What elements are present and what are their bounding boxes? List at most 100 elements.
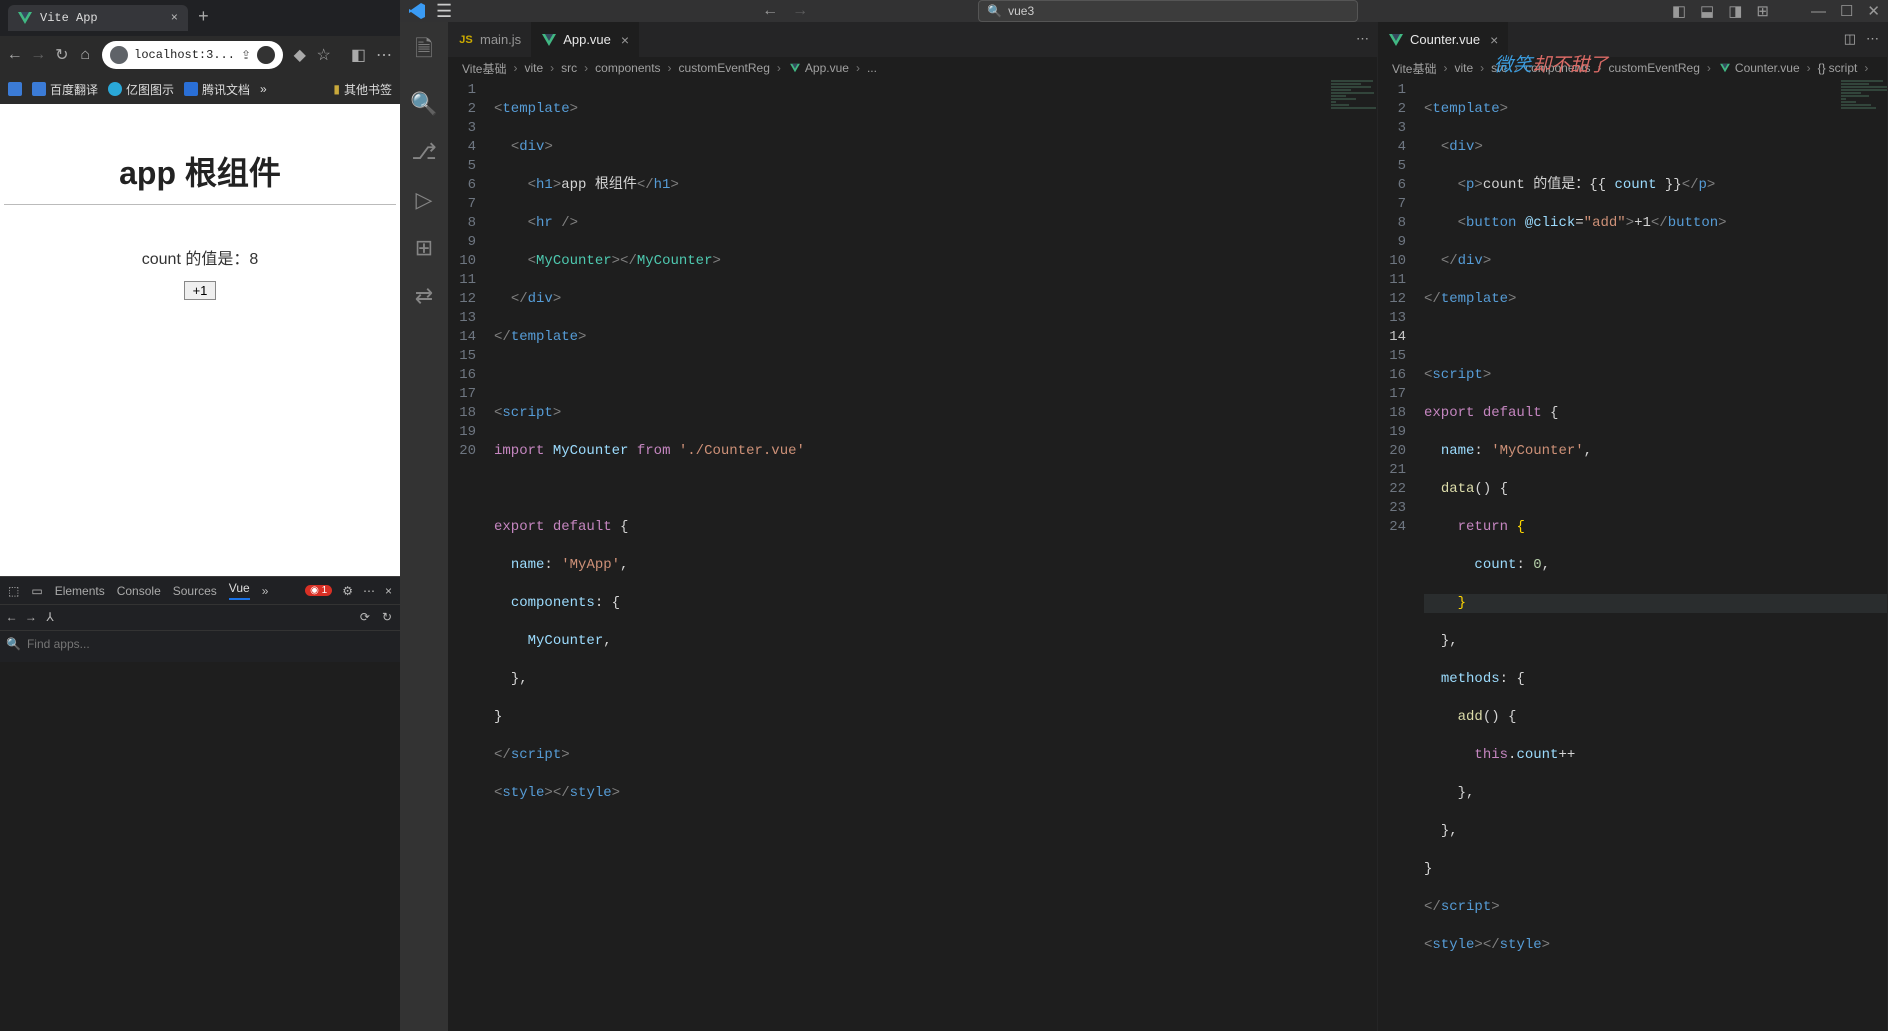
source-control-icon[interactable]: ⎇ [411,140,436,166]
bookmark-yitu[interactable]: 亿图图示 [108,81,174,98]
vue-search-row: 🔍 [0,631,400,657]
gutter: 1234567891011121314151617181920 [448,79,494,1031]
layout-custom-icon[interactable]: ⊞ [1756,2,1769,20]
code-lines[interactable]: <template> <div> <p>count 的值是：{{ count }… [1424,79,1887,1031]
devtools-tab-vue[interactable]: Vue [229,581,250,600]
devtools-tabs: ⬚ ▭ Elements Console Sources Vue » ◉ 1 ⚙… [0,577,400,605]
edge-browser: Vite App × + ← → ↻ ⌂ localhost:3... ⇪ ◆ … [0,0,400,662]
bookmark-1[interactable] [8,82,22,96]
explorer-icon[interactable]: 🗎 [415,32,433,70]
browser-tab-strip: Vite App × + [0,0,400,36]
sidebar-toggle[interactable]: ◧ [351,45,366,65]
favorites-icon[interactable]: ☆ [317,45,331,65]
minimap[interactable] [1837,79,1887,179]
devtools-more[interactable]: » [262,584,269,598]
devtools-tab-console[interactable]: Console [117,584,161,598]
bookmark-tencent-docs[interactable]: 腾讯文档 [184,81,250,98]
browser-toolbar: ← → ↻ ⌂ localhost:3... ⇪ ◆ ☆ ◧ ⋯ [0,36,400,74]
increment-button[interactable]: +1 [184,281,217,300]
hamburger-menu[interactable]: ☰ [436,1,452,22]
close-icon[interactable]: × [1486,32,1498,48]
code-area-right[interactable]: 123456789101112131415161718192021222324 … [1378,79,1887,1031]
breadcrumbs-right[interactable]: Vite基础 vite src components customEventRe… [1378,57,1887,79]
vue-icon [18,12,32,24]
share-icon[interactable]: ⇪ [241,48,251,63]
minimap[interactable] [1327,79,1377,179]
js-icon: JS [458,33,474,47]
command-center[interactable]: 🔍 vue3 [978,0,1358,22]
run-debug-icon[interactable]: ▷ [416,188,433,214]
vscode-icon [408,2,426,20]
vue-forward-icon[interactable]: → [27,611,34,625]
devtools-tab-elements[interactable]: Elements [55,584,105,598]
nav-back-icon[interactable]: ← [762,2,778,20]
layout-bottom-icon[interactable]: ⬓ [1700,2,1714,20]
back-button[interactable]: ← [8,46,22,64]
close-icon[interactable]: × [617,32,629,48]
editor-group: JS main.js App.vue × ⋯ Vite基础 vite s [448,22,1888,1031]
browser-tab-viteapp[interactable]: Vite App × [8,5,188,31]
refresh-button[interactable]: ↻ [55,45,69,65]
code-lines[interactable]: <template> <div> <h1>app 根组件</h1> <hr />… [494,79,1377,1031]
window-maximize[interactable]: ☐ [1840,2,1853,20]
window-minimize[interactable]: ― [1811,3,1826,20]
devtools-close-icon[interactable]: × [385,584,392,598]
search-icon: 🔍 [987,4,1002,18]
bookmark-baidu-translate[interactable]: 百度翻译 [32,81,98,98]
search-icon[interactable]: 🔍 [410,92,437,118]
tab-counter-vue[interactable]: Counter.vue × [1378,22,1508,57]
page-heading: app 根组件 [4,148,396,194]
vue-icon [1718,62,1732,74]
forward-button: → [32,46,46,64]
bookmark-icon [108,82,122,96]
find-apps-input[interactable] [27,637,227,651]
menu-button[interactable]: ⋯ [376,45,392,65]
activity-bar: 🗎 🔍 ⎇ ▷ ⊞ ⇄ [400,22,448,1031]
vue-back-icon[interactable]: ← [8,611,15,625]
error-badge[interactable]: ◉ 1 [305,585,332,596]
address-bar[interactable]: localhost:3... ⇪ [102,41,283,69]
remote-icon[interactable]: ⇄ [415,284,433,310]
favorite-icon[interactable] [257,46,275,64]
split-editor-icon[interactable]: ◫ [1844,32,1856,47]
bookmark-icon [184,82,198,96]
address-text: localhost:3... [134,48,235,62]
breadcrumbs-left[interactable]: Vite基础 vite src components customEventRe… [448,57,1377,79]
device-icon[interactable]: ▭ [31,584,42,598]
bookmark-overflow[interactable]: » [260,82,267,96]
tab-app-vue[interactable]: App.vue × [531,22,639,57]
vue-components-icon[interactable]: ⅄ [46,610,53,625]
count-display: count 的值是：8 [4,245,396,269]
other-bookmarks-folder[interactable]: ▮其他书签 [333,81,392,98]
editor-actions-icon[interactable]: ⋯ [1356,32,1369,47]
site-info-icon[interactable] [110,46,128,64]
devtools-settings-icon[interactable]: ⚙ [342,584,353,598]
tab-title: Vite App [40,11,98,25]
vue-icon [788,62,802,74]
code-area-left[interactable]: 1234567891011121314151617181920 <templat… [448,79,1377,1031]
new-tab-button[interactable]: + [188,8,219,28]
nav-forward-icon[interactable]: → [792,2,808,20]
layout-right-icon[interactable]: ◨ [1728,2,1742,20]
devtools-tab-sources[interactable]: Sources [173,584,217,598]
home-button[interactable]: ⌂ [79,46,93,64]
tab-bar-left: JS main.js App.vue × ⋯ [448,22,1377,57]
extensions-icon[interactable]: ⊞ [415,236,433,262]
gutter: 123456789101112131415161718192021222324 [1378,79,1424,1031]
close-icon[interactable]: × [171,11,178,25]
search-value: vue3 [1008,4,1034,18]
editor-actions-icon[interactable]: ⋯ [1866,32,1879,47]
gemini-icon[interactable]: ◆ [293,45,307,65]
editor-right: Counter.vue × ◫ ⋯ Vite基础 vite src compon… [1378,22,1888,1031]
tab-main-js[interactable]: JS main.js [448,22,531,57]
inspect-icon[interactable]: ⬚ [8,584,19,598]
devtools-panel: ⬚ ▭ Elements Console Sources Vue » ◉ 1 ⚙… [0,576,400,662]
window-close[interactable]: ✕ [1867,2,1880,20]
vue-devtools-toolbar: ← → ⅄ ⟳ ↻ [0,605,400,631]
layout-left-icon[interactable]: ◧ [1672,2,1686,20]
vue-timeline-icon[interactable]: ⟳ [360,610,370,625]
watermark-text: 微笑却不甜了 [1494,50,1608,77]
tab-bar-right: Counter.vue × ◫ ⋯ [1378,22,1887,57]
vue-refresh-icon[interactable]: ↻ [382,610,392,625]
devtools-menu-icon[interactable]: ⋯ [363,584,375,598]
